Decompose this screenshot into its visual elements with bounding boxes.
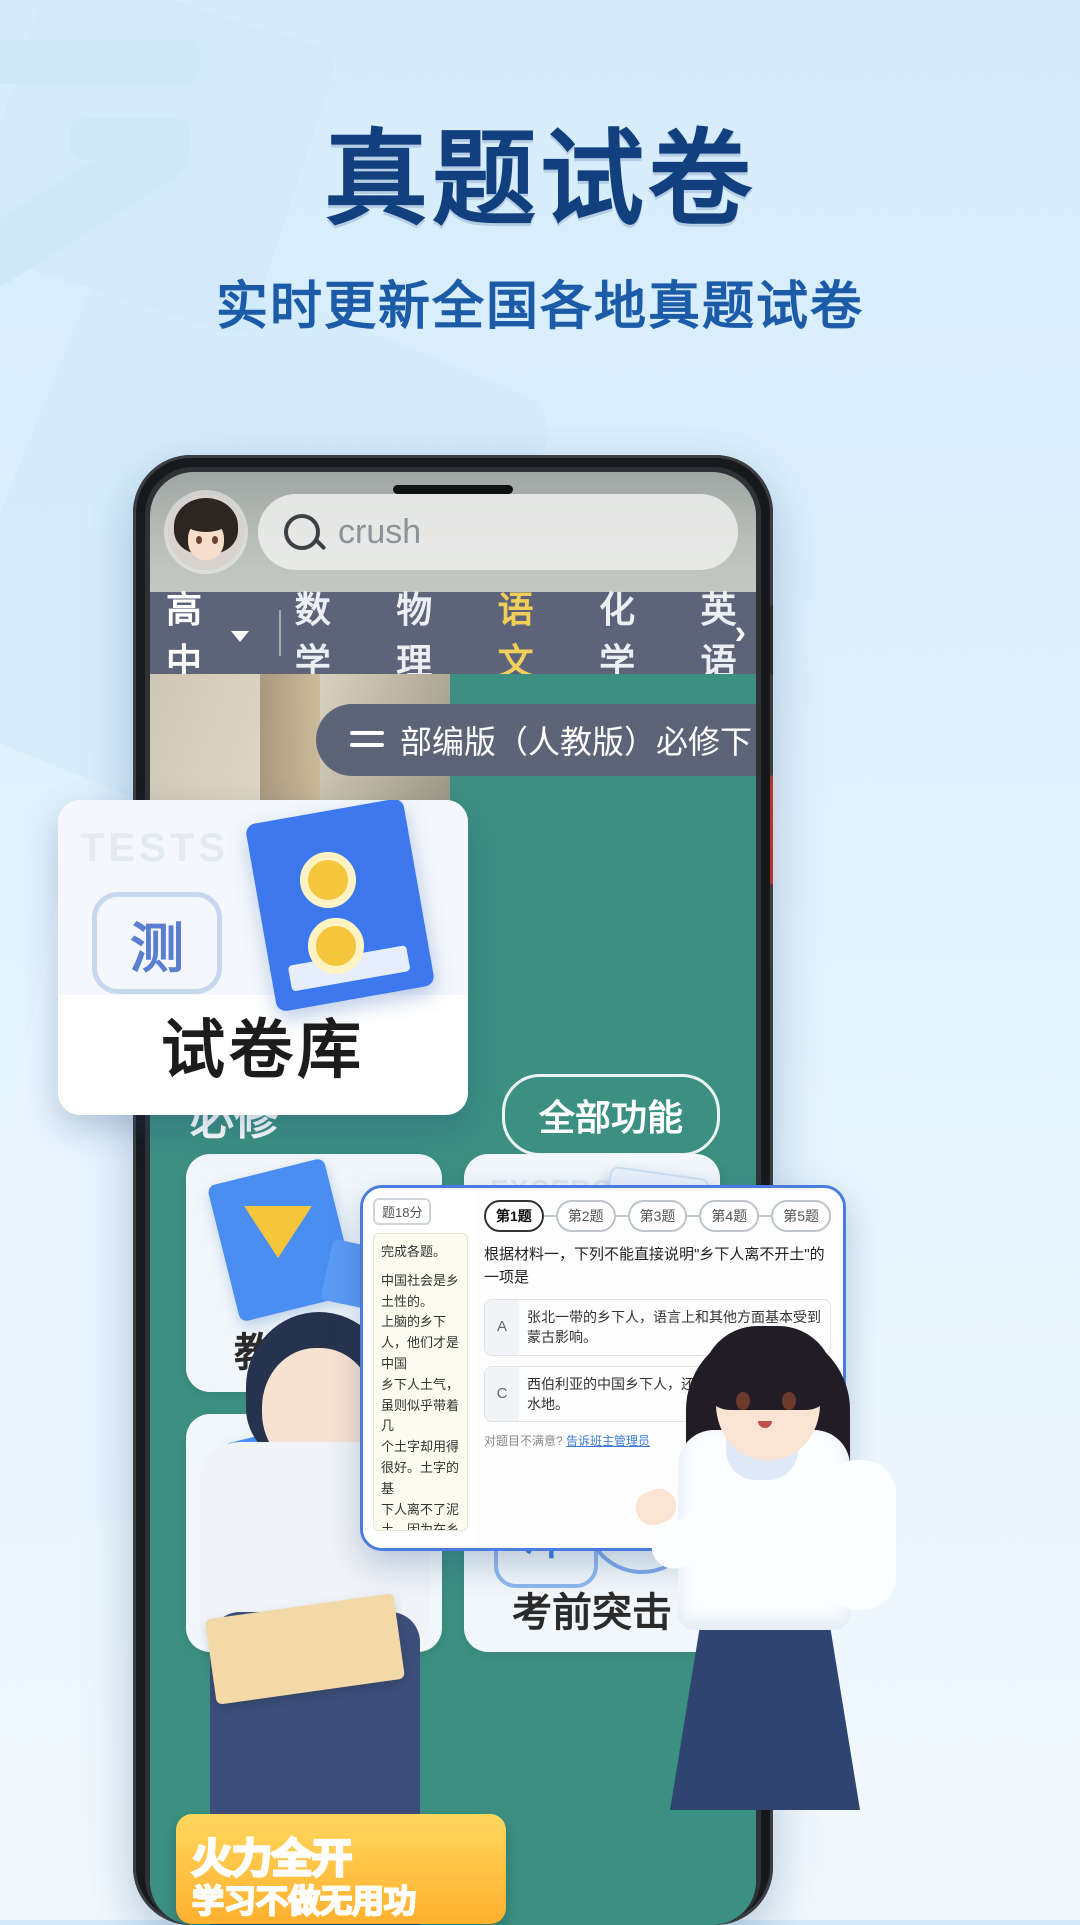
tab-connector [687,1215,700,1217]
phone-speaker [393,485,513,494]
textbook-version-label: 部编版（人教版）必修下 [399,724,752,760]
search-placeholder: crush [338,512,422,551]
search-icon [284,514,320,550]
question-tab-3[interactable]: 第3题 [627,1200,688,1232]
page-subtitle: 实时更新全国各地真题试卷 [215,278,864,336]
search-input[interactable]: crush [258,494,738,570]
floating-card-book-icon [244,800,436,1013]
swap-icon [349,729,384,751]
phone-power-button[interactable] [770,775,773,885]
tab-connector [543,1215,556,1217]
floating-paper-library-card[interactable]: TESTS 测 试卷库 [58,800,468,1115]
question-tab-5[interactable]: 第5题 [771,1200,831,1232]
grade-selector[interactable]: 高中 [166,581,265,685]
passage-line: 完成各题。 [381,1244,447,1259]
subject-tab-bar: 高中 数学 物理 语文 化学 英语 › [150,589,756,682]
promo-banner[interactable]: 火力全开 学习不做无用功 [176,1814,506,1924]
question-tab-1[interactable]: 第1题 [484,1200,544,1232]
subject-tabs: 数学 物理 语文 化学 英语 [295,581,756,685]
tab-english[interactable]: 英语 [701,581,756,685]
avatar-eye-right [212,536,218,544]
feedback-label: 对题目不满意? [484,1434,563,1449]
option-key: C [485,1366,520,1422]
passage-line: 中国社会是乡土性的。 [381,1272,460,1309]
all-functions-button[interactable]: 全部功能 [501,1074,720,1156]
phone-volume-button[interactable] [770,605,773,675]
option-key: A [485,1300,520,1355]
hero-text-block: 真题试卷 实时更新全国各地真题试卷 [0,128,1080,339]
tab-physics[interactable]: 物理 [396,581,451,685]
passage-line: 乡下人土气，虽则似乎带着几 [381,1376,460,1434]
passage-line: 下人离不了泥土，因为在乡下 [381,1501,460,1531]
banner-line-2: 学习不做无用功 [191,1882,417,1920]
chevron-right-icon[interactable]: › [735,614,746,653]
tab-connector [759,1215,772,1217]
mascot-character [630,1250,896,1810]
tab-connector [615,1215,628,1217]
score-badge: 题18分 [373,1198,432,1225]
mascot-skirt [670,1600,860,1810]
floating-card-dot-1 [300,852,356,908]
page-title: 真题试卷 [323,122,756,238]
avatar[interactable] [168,494,244,570]
tab-math[interactable]: 数学 [295,581,350,685]
mascot-eye-right [782,1392,796,1410]
floating-card-dot-2 [308,918,364,974]
floating-card-art: TESTS 测 [58,800,468,1013]
question-tab-4[interactable]: 第4题 [699,1200,760,1232]
passage-line: 个土字却用得很好。土字的基 [381,1439,460,1496]
mascot-eye-left [736,1392,750,1410]
tab-chemistry[interactable]: 化学 [599,581,654,685]
question-tab-list: 第1题 第2题 第3题 第4题 第5题 [484,1200,831,1232]
passage-text: 完成各题。 中国社会是乡土性的。 上脑的乡下人，他们才是中国 乡下人土气，虽则似… [373,1233,469,1531]
question-tab-2[interactable]: 第2题 [555,1200,616,1232]
textbook-version-chip[interactable]: 部编版（人教版）必修下 [315,704,756,776]
floating-card-ghost-text: TESTS [80,826,229,870]
avatar-fringe [182,506,230,532]
tab-chinese[interactable]: 语文 [498,581,553,685]
passage-line: 上脑的乡下人，他们才是中国 [381,1314,460,1371]
mascot-sleeve [824,1460,896,1610]
chevron-down-icon [231,630,250,642]
exam-passage-column: 题18分 完成各题。 中国社会是乡土性的。 上脑的乡下人，他们才是中国 乡下人土… [363,1188,479,1548]
tabbar-divider [279,610,281,656]
floating-card-title: 试卷库 [161,1014,365,1086]
avatar-eye-left [196,536,202,544]
mascot-hair-front [702,1326,834,1410]
grade-label: 高中 [166,589,203,682]
floating-card-seal: 测 [92,892,222,994]
